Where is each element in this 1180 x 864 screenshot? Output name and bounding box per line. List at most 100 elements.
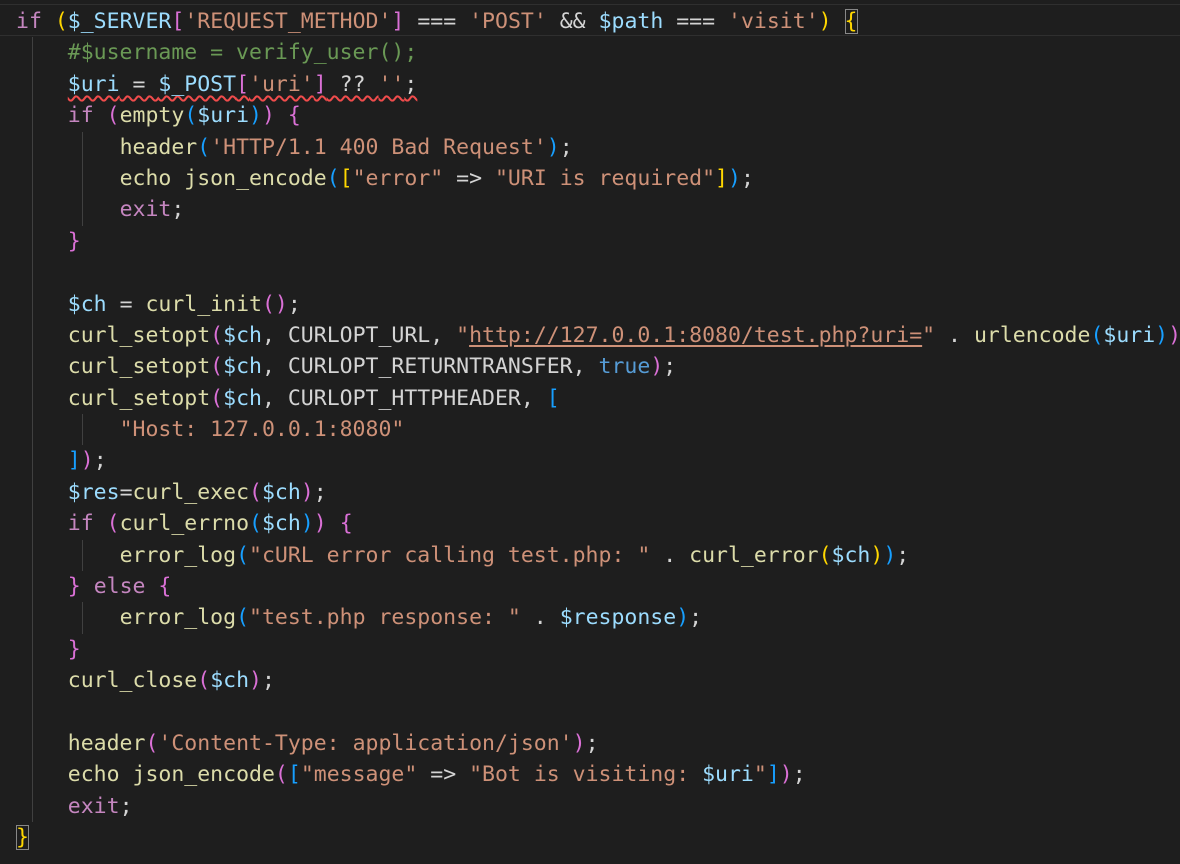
code-token: curl_init <box>145 291 262 317</box>
code-line[interactable]: } <box>16 633 1180 666</box>
code-line[interactable]: exit; <box>16 790 1180 823</box>
code-line[interactable]: error_log("cURL error calling test.php: … <box>16 539 1180 572</box>
code-token: "URI is required" <box>494 165 716 191</box>
code-token: $path <box>598 9 664 34</box>
indent-guide <box>32 288 33 320</box>
code-token: ) <box>262 103 275 129</box>
code-line[interactable]: $ch = curl_init(); <box>16 288 1180 320</box>
code-token: ) <box>650 354 664 380</box>
code-token: $_SERVER <box>67 9 172 34</box>
code-token: error_log <box>119 542 237 568</box>
code-line[interactable]: ]); <box>16 445 1180 477</box>
code-token: header <box>67 730 146 756</box>
code-token: ; <box>119 793 133 819</box>
code-token: , <box>572 354 599 380</box>
code-token: ?? <box>326 71 379 97</box>
code-editor[interactable]: if ($_SERVER['REQUEST_METHOD'] === 'POST… <box>0 0 1180 864</box>
code-token: = <box>119 479 133 505</box>
code-token: 'uri' <box>249 71 314 97</box>
code-token: "message" <box>300 762 418 788</box>
code-line[interactable]: error_log("test.php response: " . $respo… <box>16 602 1180 634</box>
code-token: , <box>261 322 288 348</box>
indent-guide <box>32 665 33 697</box>
code-token: ; <box>689 605 703 631</box>
code-line[interactable]: if ($_SERVER['REQUEST_METHOD'] === 'POST… <box>16 6 1180 37</box>
code-line[interactable]: } else { <box>16 571 1180 603</box>
code-line[interactable]: if (empty($uri)) { <box>16 100 1180 132</box>
code-token: ; <box>559 134 573 160</box>
code-token: curl_error <box>689 542 819 568</box>
code-token: = <box>119 71 159 97</box>
code-line[interactable]: header('HTTP/1.1 400 Bad Request'); <box>16 131 1180 163</box>
code-line[interactable]: } <box>16 822 1180 853</box>
code-token: , <box>261 385 288 411</box>
code-line[interactable]: curl_setopt($ch, CURLOPT_RETURNTRANSFER,… <box>16 351 1180 383</box>
code-line[interactable]: exit; <box>16 194 1180 226</box>
code-token: ; <box>663 354 677 380</box>
code-token: " <box>922 322 936 348</box>
indent-guide <box>32 727 33 760</box>
code-token: ( <box>106 103 120 129</box>
code-token: if <box>16 9 42 34</box>
code-token: ) <box>572 730 586 756</box>
code-line[interactable]: header('Content-Type: application/json')… <box>16 727 1180 760</box>
code-area[interactable]: if ($_SERVER['REQUEST_METHOD'] === 'POST… <box>16 6 1180 854</box>
code-line[interactable]: $uri = $_POST['uri'] ?? ''; <box>16 68 1180 101</box>
code-token: ( <box>1090 322 1104 348</box>
code-token: $uri <box>1103 322 1156 348</box>
code-token: ) <box>728 165 741 191</box>
indent-guide <box>82 539 83 572</box>
code-token: [ <box>171 9 185 34</box>
code-line[interactable]: echo json_encode(["message" => "Bot is v… <box>16 759 1180 791</box>
indent-guide <box>32 162 33 195</box>
code-token: ) <box>546 134 560 160</box>
code-line[interactable]: echo json_encode(["error" => "URI is req… <box>16 162 1180 195</box>
code-line[interactable]: curl_close($ch); <box>16 665 1180 697</box>
code-line[interactable] <box>16 257 1180 289</box>
code-token: $res <box>67 479 120 505</box>
code-token: . <box>520 605 560 631</box>
code-token: } <box>67 636 81 662</box>
code-line[interactable]: #$username = verify_user(); <box>16 37 1180 69</box>
code-token: curl_setopt <box>67 322 211 348</box>
error-squiggle[interactable]: $uri = $_POST['uri'] ?? ''; <box>68 72 418 97</box>
code-token: ) <box>300 511 314 537</box>
indent-guide <box>32 759 33 791</box>
code-line[interactable]: } <box>16 225 1180 258</box>
code-token: $response <box>559 605 677 631</box>
code-line[interactable]: $res=curl_exec($ch); <box>16 476 1180 509</box>
code-token: ; <box>287 291 301 317</box>
code-token: ( <box>184 103 198 129</box>
code-token: ] <box>67 448 81 474</box>
code-token: ( <box>210 322 224 348</box>
indent-guide <box>32 445 33 477</box>
indent-guide <box>32 225 33 258</box>
code-token: $ch <box>261 479 301 505</box>
code-token: "cURL error calling test.php: " <box>249 542 651 568</box>
code-line[interactable]: if (curl_errno($ch)) { <box>16 508 1180 540</box>
indent-guide <box>32 696 33 728</box>
code-line[interactable]: curl_setopt($ch, CURLOPT_HTTPHEADER, [ <box>16 382 1180 415</box>
indent-guide <box>32 539 33 572</box>
code-token: json_encode <box>184 165 327 191</box>
code-line[interactable]: "Host: 127.0.0.1:8080" <box>16 414 1180 446</box>
code-token: ( <box>326 165 340 191</box>
code-token: #$username = verify_user(); <box>67 40 418 66</box>
indent-guide <box>32 257 33 289</box>
code-line[interactable] <box>16 696 1180 728</box>
code-token: . <box>650 542 690 568</box>
code-token: ( <box>145 730 159 756</box>
code-token: ] <box>313 71 327 97</box>
code-token: if <box>67 511 94 537</box>
code-line[interactable]: curl_setopt($ch, CURLOPT_URL, "http://12… <box>16 319 1180 352</box>
code-token: json_encode <box>132 762 275 788</box>
